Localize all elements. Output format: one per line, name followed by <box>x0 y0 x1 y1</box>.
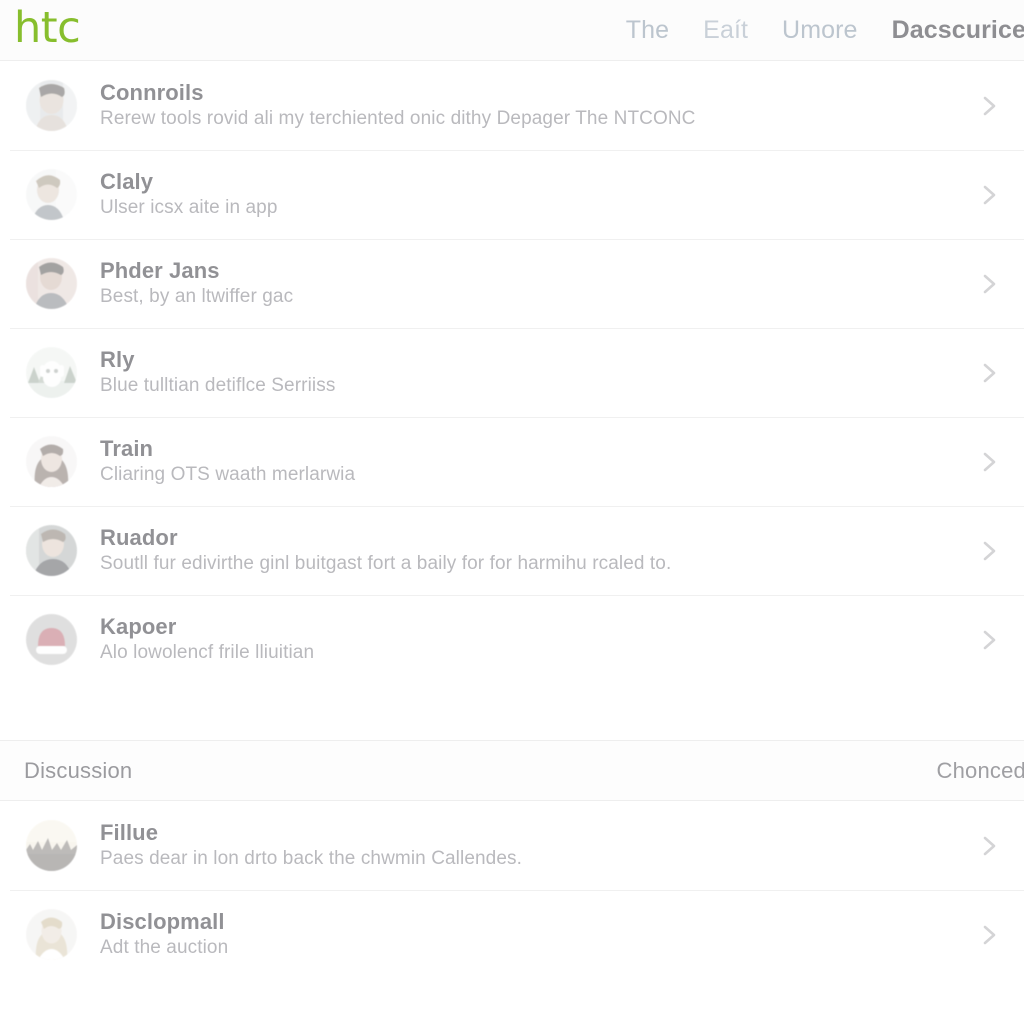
section-action-chonced[interactable]: Chonced <box>937 758 1024 784</box>
chevron-right-icon[interactable] <box>978 182 1000 208</box>
list-item[interactable]: Kapoer Alo lowolencf frile lliuitian <box>0 595 1024 684</box>
list-item-subtitle: Ulser icsx aite in app <box>100 197 278 219</box>
chevron-right-icon[interactable] <box>978 360 1000 386</box>
nav-item-umore[interactable]: Umore <box>782 16 858 45</box>
discussion-list: Fillue Paes dear in lon drto back the ch… <box>0 801 1024 979</box>
list-item[interactable]: Claly Ulser icsx aite in app <box>0 150 1024 239</box>
list-item-title: Fillue <box>100 820 159 846</box>
list-item[interactable]: Train Cliaring OTS waath merlarwia <box>0 417 1024 506</box>
chevron-right-icon[interactable] <box>978 627 1000 653</box>
list-item-title: Ruador <box>100 525 178 551</box>
app-header: htc The Eaít Umore Dacscurice <box>0 0 1024 61</box>
skyline-photo-avatar <box>26 820 77 871</box>
list-item-subtitle: Rerew tools rovid ali my terchiented oni… <box>100 108 696 130</box>
list-item-title: Claly <box>100 169 154 195</box>
list-item-title: Connroils <box>100 80 204 106</box>
list-item-title: Disclopmall <box>100 909 225 935</box>
list-item-subtitle: Paes dear in lon drto back the chwmin Ca… <box>100 848 522 870</box>
nav-item-eait[interactable]: Eaít <box>703 16 748 45</box>
list-item[interactable]: Phder Jans Best, by an ltwiffer gac <box>0 239 1024 328</box>
nav-item-dacscurice[interactable]: Dacscurice <box>892 16 1024 45</box>
list-item[interactable]: Ruador Soutll fur edivirthe ginl buitgas… <box>0 506 1024 595</box>
list-item-title: Phder Jans <box>100 258 220 284</box>
list-item-text: Rly Blue tulltian detiflce Serriiss <box>100 347 964 398</box>
person-portrait-avatar <box>26 525 77 576</box>
list-item-text: Disclopmall Adt the auction <box>100 909 964 960</box>
list-bottom-spacer <box>0 684 1024 740</box>
list-item[interactable]: Disclopmall Adt the auction <box>0 890 1024 979</box>
mascot-illustration-avatar <box>26 347 77 398</box>
person-portrait-avatar <box>26 169 77 220</box>
chevron-right-icon[interactable] <box>978 93 1000 119</box>
discussion-section-header: Discussion Chonced <box>0 740 1024 801</box>
app-root: htc The Eaít Umore Dacscurice Connroils … <box>0 0 1024 1024</box>
chevron-right-icon[interactable] <box>978 449 1000 475</box>
list-item[interactable]: Fillue Paes dear in lon drto back the ch… <box>0 801 1024 890</box>
chevron-right-icon[interactable] <box>978 833 1000 859</box>
person-portrait-avatar <box>26 909 77 960</box>
list-item-text: Connroils Rerew tools rovid ali my terch… <box>100 80 964 131</box>
list-item-subtitle: Blue tulltian detiflce Serriiss <box>100 375 336 397</box>
list-item-text: Fillue Paes dear in lon drto back the ch… <box>100 820 964 871</box>
chevron-right-icon[interactable] <box>978 271 1000 297</box>
list-item-text: Ruador Soutll fur edivirthe ginl buitgas… <box>100 525 964 576</box>
person-portrait-avatar <box>26 258 77 309</box>
list-item-title: Rly <box>100 347 135 373</box>
chevron-right-icon[interactable] <box>978 538 1000 564</box>
list-item-subtitle: Soutll fur edivirthe ginl buitgast fort … <box>100 553 672 575</box>
nav-item-the[interactable]: The <box>626 16 669 45</box>
person-portrait-avatar <box>26 80 77 131</box>
list-item-text: Claly Ulser icsx aite in app <box>100 169 964 220</box>
list-item-text: Train Cliaring OTS waath merlarwia <box>100 436 964 487</box>
list-item-text: Kapoer Alo lowolencf frile lliuitian <box>100 614 964 665</box>
person-portrait-avatar <box>26 436 77 487</box>
red-cap-illustration-avatar <box>26 614 77 665</box>
list-item-subtitle: Alo lowolencf frile lliuitian <box>100 642 315 664</box>
chevron-right-icon[interactable] <box>978 922 1000 948</box>
list-item-text: Phder Jans Best, by an ltwiffer gac <box>100 258 964 309</box>
list-item-subtitle: Adt the auction <box>100 937 229 959</box>
list-item-subtitle: Best, by an ltwiffer gac <box>100 286 294 308</box>
list-item-subtitle: Cliaring OTS waath merlarwia <box>100 464 356 486</box>
section-title: Discussion <box>24 757 133 783</box>
top-nav: The Eaít Umore Dacscurice <box>626 16 1024 45</box>
htc-logo: htc <box>14 2 81 53</box>
list-item-title: Train <box>100 436 154 462</box>
list-item[interactable]: Rly Blue tulltian detiflce Serriiss <box>0 328 1024 417</box>
list-item[interactable]: Connroils Rerew tools rovid ali my terch… <box>0 61 1024 150</box>
brand: htc <box>14 0 81 60</box>
list-item-title: Kapoer <box>100 614 177 640</box>
primary-list: Connroils Rerew tools rovid ali my terch… <box>0 61 1024 684</box>
